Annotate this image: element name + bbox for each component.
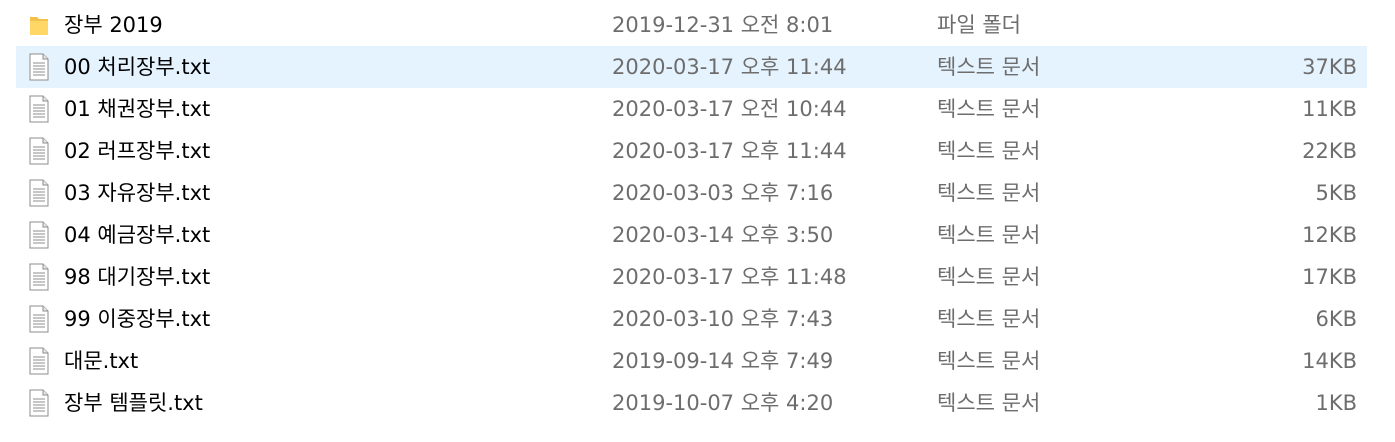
list-item[interactable]: 장부 템플릿.txt 2019-10-07 오후 4:20 텍스트 문서 1KB	[16, 382, 1367, 424]
file-modified: 2020-03-17 오전 10:44	[612, 97, 847, 121]
text-file-icon	[28, 179, 50, 207]
text-file-icon	[28, 95, 50, 123]
file-type: 텍스트 문서	[937, 265, 1041, 289]
file-name: 02 러프장부.txt	[64, 139, 211, 163]
file-list: 장부 2019 2019-12-31 오전 8:01 파일 폴더 00 처리장부…	[0, 0, 1395, 442]
file-modified: 2020-03-03 오후 7:16	[612, 181, 834, 205]
file-name: 00 처리장부.txt	[64, 55, 211, 79]
file-type: 텍스트 문서	[937, 307, 1041, 331]
file-name: 04 예금장부.txt	[64, 223, 211, 247]
file-name: 03 자유장부.txt	[64, 181, 211, 205]
file-name: 01 채권장부.txt	[64, 97, 211, 121]
list-item[interactable]: 00 처리장부.txt 2020-03-17 오후 11:44 텍스트 문서 3…	[16, 46, 1367, 88]
file-name: 대문.txt	[64, 349, 139, 373]
file-modified: 2020-03-17 오후 11:44	[612, 55, 847, 79]
file-size: 14KB	[1302, 349, 1357, 373]
file-modified: 2019-10-07 오후 4:20	[612, 391, 834, 415]
file-name: 98 대기장부.txt	[64, 265, 211, 289]
file-size: 17KB	[1302, 265, 1357, 289]
file-size: 6KB	[1315, 307, 1357, 331]
text-file-icon	[28, 137, 50, 165]
text-file-icon	[28, 221, 50, 249]
file-type: 파일 폴더	[937, 13, 1021, 37]
file-size: 1KB	[1315, 391, 1357, 415]
file-name: 장부 템플릿.txt	[64, 391, 203, 415]
file-type: 텍스트 문서	[937, 139, 1041, 163]
file-type: 텍스트 문서	[937, 349, 1041, 373]
file-name: 99 이중장부.txt	[64, 307, 211, 331]
list-item[interactable]: 04 예금장부.txt 2020-03-14 오후 3:50 텍스트 문서 12…	[16, 214, 1367, 256]
file-size: 22KB	[1302, 139, 1357, 163]
list-item[interactable]: 02 러프장부.txt 2020-03-17 오후 11:44 텍스트 문서 2…	[16, 130, 1367, 172]
file-modified: 2020-03-17 오후 11:48	[612, 265, 847, 289]
text-file-icon	[28, 305, 50, 333]
file-type: 텍스트 문서	[937, 55, 1041, 79]
list-item[interactable]: 03 자유장부.txt 2020-03-03 오후 7:16 텍스트 문서 5K…	[16, 172, 1367, 214]
file-name: 장부 2019	[64, 13, 163, 37]
file-type: 텍스트 문서	[937, 223, 1041, 247]
file-type: 텍스트 문서	[937, 181, 1041, 205]
file-modified: 2019-09-14 오후 7:49	[612, 349, 834, 373]
file-type: 텍스트 문서	[937, 97, 1041, 121]
folder-icon	[28, 11, 50, 39]
list-item[interactable]: 01 채권장부.txt 2020-03-17 오전 10:44 텍스트 문서 1…	[16, 88, 1367, 130]
list-item[interactable]: 대문.txt 2019-09-14 오후 7:49 텍스트 문서 14KB	[16, 340, 1367, 382]
file-size: 5KB	[1315, 181, 1357, 205]
file-modified: 2019-12-31 오전 8:01	[612, 13, 834, 37]
text-file-icon	[28, 347, 50, 375]
text-file-icon	[28, 389, 50, 417]
file-modified: 2020-03-14 오후 3:50	[612, 223, 834, 247]
file-size: 37KB	[1302, 55, 1357, 79]
text-file-icon	[28, 53, 50, 81]
file-type: 텍스트 문서	[937, 391, 1041, 415]
list-item[interactable]: 99 이중장부.txt 2020-03-10 오후 7:43 텍스트 문서 6K…	[16, 298, 1367, 340]
list-item[interactable]: 장부 2019 2019-12-31 오전 8:01 파일 폴더	[16, 4, 1367, 46]
file-size: 11KB	[1302, 97, 1357, 121]
file-modified: 2020-03-10 오후 7:43	[612, 307, 834, 331]
file-modified: 2020-03-17 오후 11:44	[612, 139, 847, 163]
text-file-icon	[28, 263, 50, 291]
list-item[interactable]: 98 대기장부.txt 2020-03-17 오후 11:48 텍스트 문서 1…	[16, 256, 1367, 298]
file-size: 12KB	[1302, 223, 1357, 247]
